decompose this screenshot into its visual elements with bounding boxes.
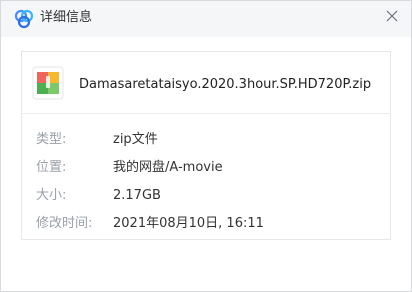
cloud-logo-icon — [13, 8, 35, 30]
info-row-modified: 修改时间: 2021年08月10日, 16:11 — [22, 215, 390, 233]
type-label: 类型: — [36, 132, 67, 147]
details-panel: Damasaretataisyo.2020.3hour.SP.HD720P.zi… — [21, 51, 391, 240]
dialog-title: 详细信息 — [40, 10, 93, 25]
modified-time-label: 修改时间: — [36, 216, 93, 231]
location-label: 位置: — [36, 160, 67, 175]
close-icon — [386, 10, 398, 22]
info-row-type: 类型: zip文件 — [22, 131, 390, 149]
file-name: Damasaretataisyo.2020.3hour.SP.HD720P.zi… — [79, 77, 372, 92]
size-value: 2.17GB — [113, 188, 161, 203]
zip-file-icon — [32, 66, 64, 100]
file-header: Damasaretataisyo.2020.3hour.SP.HD720P.zi… — [22, 52, 390, 114]
location-value: 我的网盘/A-movie — [113, 160, 223, 175]
title-bar[interactable]: 详细信息 — [1, 1, 411, 37]
info-row-location: 位置: 我的网盘/A-movie — [22, 159, 390, 177]
type-value: zip文件 — [113, 132, 158, 147]
close-button[interactable] — [381, 5, 403, 27]
details-dialog: 详细信息 Damasaretataisyo.2020.3hour.SP.HD72… — [0, 0, 412, 292]
info-row-size: 大小: 2.17GB — [22, 187, 390, 205]
modified-time-value: 2021年08月10日, 16:11 — [113, 216, 264, 231]
size-label: 大小: — [36, 188, 67, 203]
